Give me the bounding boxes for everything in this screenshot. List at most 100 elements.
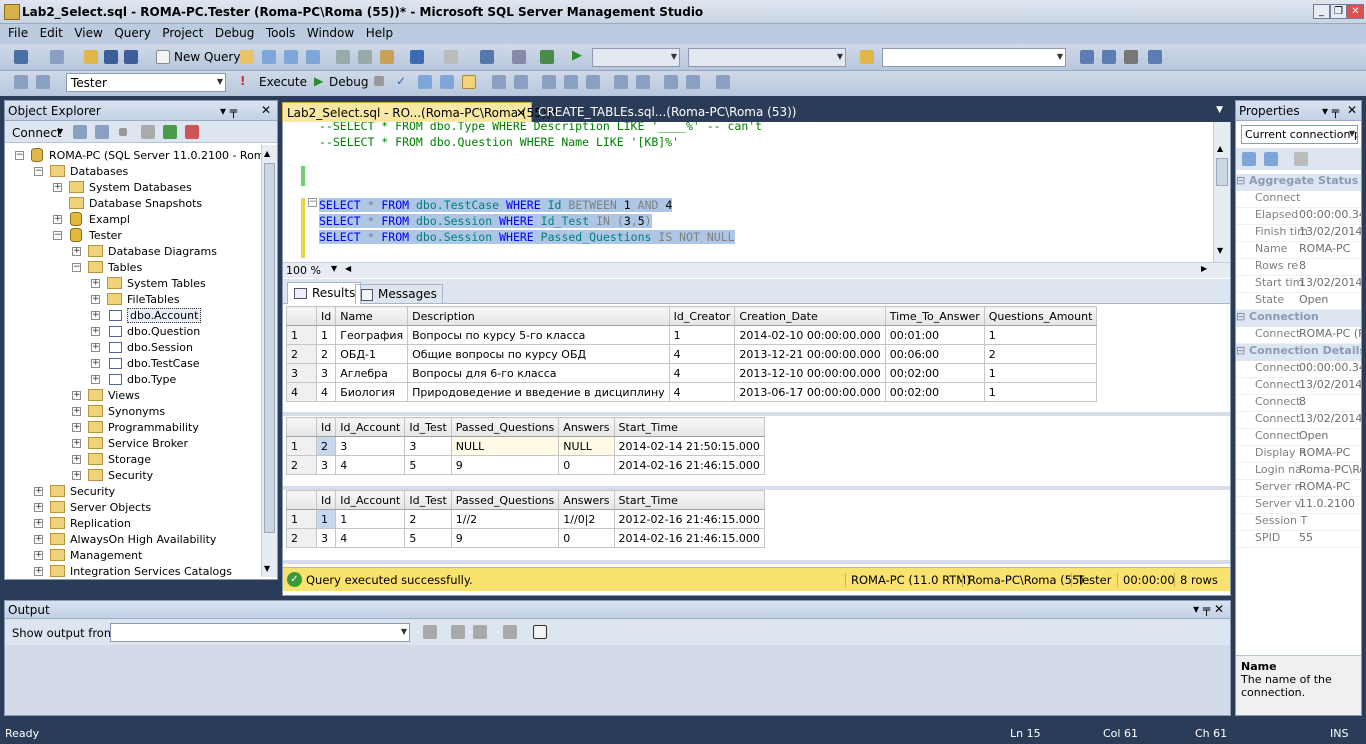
expand-icon[interactable]: + — [34, 535, 43, 544]
new-query-button[interactable]: New Query — [174, 50, 240, 64]
row-number[interactable]: 4 — [286, 382, 317, 402]
toolbox-icon[interactable] — [1124, 50, 1138, 64]
result-grid-2[interactable]: Id Id_Account Id_Test Passed_Questions Answe… — [286, 417, 765, 475]
platform-combo[interactable] — [688, 48, 846, 67]
grid-cell[interactable]: 00:06:00 — [884, 344, 985, 364]
database-select[interactable]: Tester — [66, 73, 226, 92]
grid-cell[interactable]: 2 — [315, 344, 337, 364]
expand-icon[interactable]: + — [91, 359, 100, 368]
result-grid-3[interactable]: Id Id_Account Id_Test Passed_Questions Answe… — [286, 490, 765, 548]
table-row[interactable]: 2 3 4 5 9 0 2014-02-16 21:46:15.000 — [286, 455, 765, 475]
tab-create-tables[interactable]: CREATE_TABLEs.sql...(Roma-PC\Roma (53)) — [534, 102, 800, 122]
alphabetical-icon[interactable] — [1264, 152, 1278, 166]
collapse-category-icon[interactable]: ⊟ — [1236, 174, 1249, 187]
categorized-icon[interactable] — [1242, 152, 1256, 166]
grid-cell[interactable]: 1 — [983, 363, 1098, 383]
grid-cell[interactable]: 00:01:00 — [884, 325, 985, 345]
grid-cell[interactable]: 1 — [315, 325, 337, 345]
restore-button[interactable]: ❐ — [1330, 4, 1347, 19]
xmla-query-icon[interactable] — [306, 50, 320, 64]
column-header[interactable]: Id_Test — [404, 490, 452, 510]
menu-edit[interactable]: Edit — [40, 26, 63, 40]
properties-icon[interactable] — [1102, 50, 1116, 64]
grid-cell[interactable]: 1 — [983, 325, 1098, 345]
grid-cell[interactable]: 3 — [315, 455, 337, 475]
grid-cell[interactable]: 00:02:00 — [884, 363, 985, 383]
scroll-up-icon[interactable]: ▲ — [1217, 144, 1223, 153]
new-query-icon[interactable] — [156, 50, 170, 64]
table-row[interactable]: 1 1 1 2 1//2 1//0|2 2012-02-16 21:46:15.000 — [286, 509, 765, 529]
filter-icon[interactable] — [141, 125, 155, 139]
grid-cell[interactable]: 4 — [668, 382, 736, 402]
menu-help[interactable]: Help — [366, 26, 393, 40]
node-storage[interactable]: Storage — [108, 453, 151, 466]
save-all-icon[interactable] — [124, 50, 138, 64]
node-databases[interactable]: Databases — [70, 165, 128, 178]
row-number[interactable]: 2 — [286, 344, 317, 364]
grid-cell[interactable]: Вопросы для 6-го класса — [407, 363, 670, 383]
grid-cell[interactable]: 2014-02-16 21:46:15.000 — [613, 528, 765, 548]
table-row[interactable]: 3 3 Аглебра Вопросы для 6-го класса 4 2013-12… — [286, 363, 1098, 383]
property-row[interactable]: Connect — [1236, 191, 1361, 208]
expand-icon[interactable]: + — [72, 391, 81, 400]
menu-debug[interactable]: Debug — [215, 26, 254, 40]
grid-cell[interactable]: 4 — [668, 363, 736, 383]
menu-view[interactable]: View — [74, 26, 102, 40]
redo-icon[interactable] — [444, 50, 458, 64]
activity-icon[interactable] — [185, 125, 199, 139]
grid-corner[interactable] — [286, 490, 317, 510]
table-row[interactable]: 1 1 География Вопросы по курсу 5-го класса 1… — [286, 325, 1098, 345]
find-message-icon[interactable] — [423, 625, 437, 639]
oe-scrollbar[interactable]: ▲ ▼ — [261, 145, 277, 577]
output-content[interactable] — [5, 645, 1230, 715]
menu-tools[interactable]: Tools — [266, 26, 296, 40]
property-row[interactable]: Login na Roma-PC\Ro — [1236, 463, 1361, 480]
disconnect-icon[interactable] — [95, 125, 109, 139]
grid-corner[interactable] — [286, 417, 317, 437]
indent-icon[interactable] — [664, 75, 678, 89]
column-header[interactable]: Name — [335, 306, 409, 326]
grid-cell[interactable]: 3 — [315, 528, 337, 548]
expand-icon[interactable]: + — [91, 327, 100, 336]
scroll-down-icon[interactable]: ▼ — [1217, 246, 1223, 255]
close-tab-icon[interactable]: ✕ — [516, 106, 526, 120]
expand-icon[interactable]: + — [34, 503, 43, 512]
property-category[interactable]: ⊟ Aggregate Status — [1236, 174, 1361, 191]
expand-icon[interactable]: − — [53, 231, 62, 240]
grid-cell[interactable]: 2014-02-14 21:50:15.000 — [613, 436, 765, 456]
grid-cell[interactable]: 2014-02-10 00:00:00.000 — [734, 325, 886, 345]
zoom-chevron-down-icon[interactable]: ▼ — [331, 264, 337, 273]
column-header[interactable]: Id_Creator — [668, 306, 736, 326]
grid-cell[interactable]: Биология — [335, 382, 409, 402]
parse-icon[interactable]: ✓ — [396, 74, 406, 88]
expand-icon[interactable]: − — [34, 167, 43, 176]
column-header[interactable]: Questions_Amount — [983, 306, 1098, 326]
property-category[interactable]: ⊟ Connection Details — [1236, 344, 1361, 361]
node-programmability[interactable]: Programmability — [108, 421, 199, 434]
grid-cell[interactable]: NULL — [558, 436, 615, 456]
menu-window[interactable]: Window — [307, 26, 354, 40]
table-row[interactable]: 1 2 3 3 NULL NULL 2014-02-14 21:50:15.000 — [286, 436, 765, 456]
node-db-security[interactable]: Security — [108, 469, 153, 482]
row-number[interactable]: 3 — [286, 363, 317, 383]
property-row[interactable]: Connect 00:00:00.34 — [1236, 361, 1361, 378]
column-header[interactable]: Description — [407, 306, 670, 326]
expand-icon[interactable]: + — [91, 295, 100, 304]
editor-vscroll[interactable]: ▲ ▼ — [1213, 122, 1230, 262]
node-service-broker[interactable]: Service Broker — [108, 437, 188, 450]
row-number[interactable]: 1 — [286, 325, 317, 345]
property-row[interactable]: Connect ROMA-PC (R — [1236, 327, 1361, 344]
connect-icon[interactable] — [14, 75, 28, 89]
add-item-icon[interactable] — [50, 50, 64, 64]
property-row[interactable]: Display n ROMA-PC — [1236, 446, 1361, 463]
node-management[interactable]: Management — [70, 549, 142, 562]
node-system-databases[interactable]: System Databases — [89, 181, 192, 194]
column-header[interactable]: Id_Test — [404, 417, 452, 437]
grid-cell[interactable]: 4 — [335, 528, 406, 548]
uncomment-icon[interactable] — [614, 75, 628, 89]
copy-icon[interactable] — [358, 50, 372, 64]
grid-cell[interactable]: 4 — [335, 455, 406, 475]
window-icon[interactable] — [512, 50, 526, 64]
node-tester[interactable]: Tester — [89, 229, 122, 242]
table-row[interactable]: 2 2 ОБД-1 Общие вопросы по курсу ОБД 4 2013-1… — [286, 344, 1098, 364]
